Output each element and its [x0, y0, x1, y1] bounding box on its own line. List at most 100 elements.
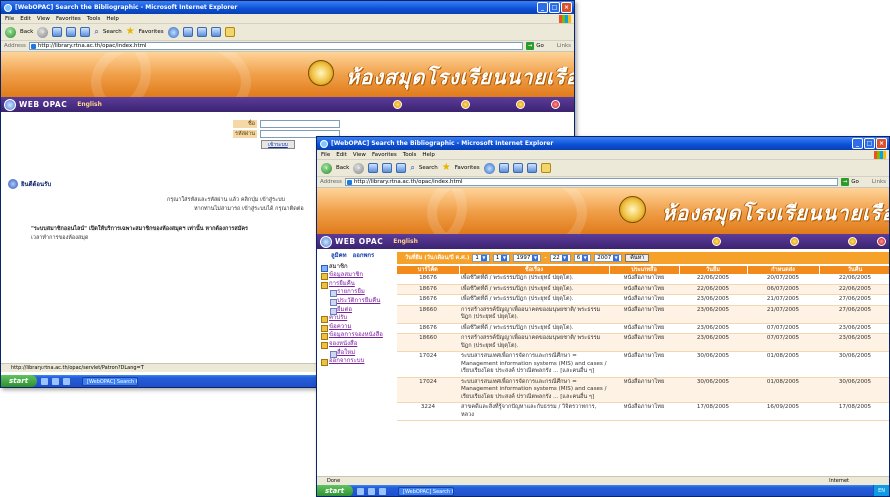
- from-year-select[interactable]: 1997 ▼: [513, 254, 542, 262]
- sidebar-item-label[interactable]: ยืมต่อ: [337, 306, 352, 313]
- cell-title[interactable]: ระบบสารสนเทศเพื่อการจัดการและกรณีศึกษา =…: [459, 351, 609, 378]
- menu-help[interactable]: Help: [106, 14, 119, 23]
- language-indicator[interactable]: EN: [878, 488, 885, 494]
- minimize-button[interactable]: _: [537, 2, 548, 13]
- start-button[interactable]: start: [317, 485, 354, 496]
- sidebar-item-renew[interactable]: ยืมต่อ: [321, 306, 383, 315]
- nav-item-help[interactable]: [790, 237, 799, 246]
- forward-arrow-icon[interactable]: ›: [37, 26, 49, 38]
- title-bar[interactable]: [WebOPAC] Search the Bibliographic - Mic…: [317, 137, 889, 150]
- sidebar-item-label[interactable]: ข้อมูลสมาชิก: [329, 271, 363, 278]
- from-day-select[interactable]: 1 ▼: [472, 254, 490, 262]
- cell-title[interactable]: เพื่อชีวิตที่ดี / พระธรรมปิฎก (ประยุทธ์ …: [459, 323, 609, 334]
- sidebar-root-member[interactable]: สมาชิก: [321, 263, 383, 272]
- sidebar-item-label[interactable]: ค่าปรับ: [329, 314, 347, 321]
- login-button[interactable]: เข้าระบบ: [261, 140, 295, 149]
- nav-item-home[interactable]: [877, 237, 886, 246]
- from-month-select[interactable]: 1 ▼: [492, 254, 511, 262]
- to-day-select[interactable]: 22 ▼: [549, 254, 571, 262]
- stop-icon[interactable]: [368, 163, 379, 173]
- taskbar-window-button[interactable]: [WebOPAC] Search t...: [398, 486, 455, 496]
- favorites-star-icon[interactable]: ★: [126, 27, 135, 37]
- cell-title[interactable]: ระบบสารสนเทศเพื่อการจัดการและกรณีศึกษา =…: [459, 377, 609, 403]
- menu-tools[interactable]: Tools: [87, 14, 101, 23]
- maximize-button[interactable]: □: [549, 2, 560, 13]
- refresh-icon[interactable]: [66, 27, 77, 37]
- quicklaunch-media-icon[interactable]: [379, 487, 387, 495]
- cell-title[interactable]: เพื่อชีวิตที่ดี / พระธรรมปิฎก (ประยุทธ์ …: [459, 284, 609, 295]
- nav-item-help[interactable]: [461, 100, 470, 109]
- cell-title[interactable]: การสร้างสรรค์ปัญญาเพื่ออนาคตของมนุษยชาติ…: [459, 305, 609, 324]
- quicklaunch-desktop-icon[interactable]: [52, 377, 60, 385]
- column-header-media-type[interactable]: ประเภทสื่อ: [609, 266, 680, 274]
- sidebar-item-loan-history[interactable]: ประวัติการยืมคืน: [321, 297, 383, 306]
- close-button[interactable]: ×: [561, 2, 572, 13]
- stop-icon[interactable]: [52, 27, 63, 37]
- address-input[interactable]: http://library.rtna.ac.th/opac/index.htm…: [28, 42, 524, 50]
- english-link[interactable]: English: [77, 101, 102, 108]
- menu-file[interactable]: File: [5, 14, 14, 23]
- search-icon[interactable]: ⌕: [410, 163, 414, 173]
- column-header-loan-date[interactable]: วันยืม: [679, 266, 748, 274]
- maximize-button[interactable]: □: [864, 138, 875, 149]
- sidebar-item-member-info[interactable]: ข้อมูลสมาชิก: [321, 271, 383, 280]
- nav-item-search[interactable]: [393, 100, 402, 109]
- taskbar-window-button[interactable]: [WebOPAC] Search t...: [82, 376, 139, 386]
- cell-title[interactable]: สาขคดีและสิ่งที่รู้จากปัญหาและกับธรรม / …: [459, 402, 609, 421]
- favorites-button-label[interactable]: Favorites: [139, 29, 164, 35]
- print-icon[interactable]: [526, 163, 537, 173]
- media-icon[interactable]: [167, 26, 179, 38]
- history-icon[interactable]: [182, 27, 193, 37]
- sidebar-tab-2[interactable]: ออกพกร: [353, 252, 375, 261]
- favorites-button-label[interactable]: Favorites: [455, 165, 480, 171]
- back-arrow-icon[interactable]: ‹: [5, 26, 16, 38]
- menu-help[interactable]: Help: [422, 150, 435, 159]
- forward-arrow-icon[interactable]: ›: [353, 162, 365, 174]
- sidebar-item-loan-list[interactable]: รายการยืม: [321, 288, 383, 297]
- nav-item-search[interactable]: [712, 237, 721, 246]
- sidebar-item-label[interactable]: ออกจากระบบ: [329, 357, 364, 364]
- sidebar-item-label[interactable]: รายการยืม: [337, 288, 365, 295]
- search-submit-button[interactable]: ค้นหา: [625, 254, 650, 262]
- column-header-return-date[interactable]: วันคืน: [819, 266, 889, 274]
- menu-edit[interactable]: Edit: [336, 150, 347, 159]
- refresh-icon[interactable]: [382, 163, 393, 173]
- sidebar-item-label[interactable]: ข้อมูลการจองหนังสือ: [329, 331, 383, 338]
- quicklaunch-ie-icon[interactable]: [357, 487, 365, 495]
- quicklaunch-ie-icon[interactable]: [41, 377, 49, 385]
- column-header-barcode[interactable]: บาร์โค้ด: [397, 266, 460, 274]
- quicklaunch-media-icon[interactable]: [63, 377, 71, 385]
- menu-favorites[interactable]: Favorites: [56, 14, 81, 23]
- menu-tools[interactable]: Tools: [403, 150, 417, 159]
- back-button-label[interactable]: Back: [336, 165, 349, 171]
- favorites-star-icon[interactable]: ★: [442, 163, 451, 173]
- english-link[interactable]: English: [393, 238, 418, 245]
- address-input[interactable]: http://library.rtna.ac.th/opac/index.htm…: [344, 178, 839, 186]
- menu-file[interactable]: File: [321, 150, 330, 159]
- sidebar-item-new-media[interactable]: สื่อใหม่: [321, 349, 383, 358]
- menu-favorites[interactable]: Favorites: [372, 150, 397, 159]
- links-button[interactable]: Links: [872, 179, 886, 185]
- mail-icon[interactable]: [196, 27, 207, 37]
- folder-icon[interactable]: [540, 163, 551, 173]
- cell-title[interactable]: การสร้างสรรค์ปัญญาเพื่ออนาคตของมนุษยชาติ…: [459, 333, 609, 352]
- to-month-select[interactable]: 6 ▼: [573, 254, 592, 262]
- sidebar-item-reserve[interactable]: จองหนังสือ: [321, 340, 383, 349]
- quicklaunch-desktop-icon[interactable]: [368, 487, 376, 495]
- cell-title[interactable]: เพื่อชีวิตที่ดี / พระธรรมปิฎก (ประยุทธ์ …: [459, 274, 609, 285]
- sidebar-item-reservation-info[interactable]: ข้อมูลการจองหนังสือ: [321, 331, 383, 340]
- home-icon[interactable]: [396, 163, 407, 173]
- title-bar[interactable]: [WebOPAC] Search the Bibliographic - Mic…: [1, 1, 574, 14]
- sidebar-item-label[interactable]: จองหนังสือ: [329, 340, 357, 347]
- close-button[interactable]: ×: [876, 138, 887, 149]
- cell-title[interactable]: เพื่อชีวิตที่ดี / พระธรรมปิฎก (ประยุทธ์ …: [459, 294, 609, 306]
- to-year-select[interactable]: 2007 ▼: [594, 254, 623, 262]
- back-arrow-icon[interactable]: ‹: [321, 162, 332, 174]
- nav-item-member[interactable]: [848, 237, 857, 246]
- sidebar-item-fines[interactable]: ค่าปรับ: [321, 314, 383, 323]
- sidebar-item-label[interactable]: การยืมคืน: [329, 280, 355, 287]
- sidebar-item-label[interactable]: ประวัติการยืมคืน: [337, 297, 380, 304]
- home-icon[interactable]: [80, 27, 91, 37]
- minimize-button[interactable]: _: [852, 138, 863, 149]
- search-button-label[interactable]: Search: [419, 165, 438, 171]
